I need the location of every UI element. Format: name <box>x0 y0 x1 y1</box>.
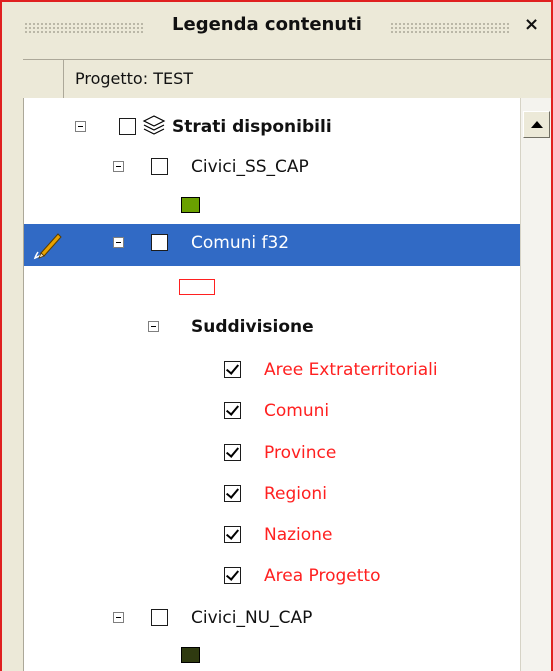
checkbox-subitem[interactable] <box>224 444 241 461</box>
tree-row-layer2-symbol <box>24 268 520 308</box>
tree-row-subitem[interactable]: Regioni <box>24 475 520 515</box>
tree-row-layer1-symbol <box>24 186 520 226</box>
legend-panel: Legenda contenuti × Progetto: TEST Strat… <box>0 0 553 671</box>
titlebar-grip-left <box>24 22 144 34</box>
layer2-swatch <box>179 279 215 295</box>
expander-icon[interactable] <box>113 612 124 623</box>
layer2-label: Comuni f32 <box>191 233 290 253</box>
tree-row-layer3-symbol <box>24 636 520 671</box>
tree-root-label: Strati disponibili <box>172 117 332 137</box>
subitem-label: Comuni <box>264 401 330 421</box>
expander-icon[interactable] <box>113 161 124 172</box>
subitem-label: Province <box>264 443 337 463</box>
layer1-label: Civici_SS_CAP <box>191 157 309 177</box>
project-label: Progetto: TEST <box>75 69 194 88</box>
group-label: Suddivisione <box>191 317 314 337</box>
tree-row-layer2-selected[interactable]: Comuni f32 <box>24 224 520 266</box>
checkbox-root[interactable] <box>119 118 136 135</box>
tree-row-root[interactable]: Strati disponibili <box>24 108 520 148</box>
tree-row-group[interactable]: Suddivisione <box>24 308 520 348</box>
project-bar-lead <box>23 60 64 98</box>
checkbox-layer3[interactable] <box>151 609 168 626</box>
expander-icon[interactable] <box>148 321 159 332</box>
pencil-icon <box>33 233 62 260</box>
checkbox-subitem[interactable] <box>224 526 241 543</box>
layer3-label: Civici_NU_CAP <box>191 608 313 628</box>
subitem-label: Regioni <box>264 484 327 504</box>
layer3-swatch <box>181 647 200 663</box>
panel-titlebar[interactable]: Legenda contenuti × <box>2 2 551 52</box>
tree-row-subitem[interactable]: Aree Extraterritoriali <box>24 351 520 391</box>
subitem-label: Aree Extraterritoriali <box>264 360 438 380</box>
legend-tree: Strati disponibili Civici_SS_CAP Comuni … <box>23 98 520 671</box>
checkbox-layer1[interactable] <box>151 158 168 175</box>
checkbox-subitem[interactable] <box>224 361 241 378</box>
checkbox-subitem[interactable] <box>224 485 241 502</box>
tree-row-subitem[interactable]: Province <box>24 434 520 474</box>
tree-row-subitem[interactable]: Area Progetto <box>24 557 520 597</box>
checkbox-subitem[interactable] <box>224 567 241 584</box>
expander-icon[interactable] <box>113 237 124 248</box>
tree-row-layer1[interactable]: Civici_SS_CAP <box>24 148 520 188</box>
layers-icon <box>142 115 166 135</box>
vertical-scrollbar[interactable] <box>520 98 551 671</box>
checkbox-subitem[interactable] <box>224 402 241 419</box>
layer1-swatch <box>181 197 200 213</box>
subitem-label: Nazione <box>264 525 333 545</box>
panel-title: Legenda contenuti <box>152 14 382 35</box>
subitem-label: Area Progetto <box>264 566 381 586</box>
tree-row-layer3[interactable]: Civici_NU_CAP <box>24 599 520 639</box>
close-icon[interactable]: × <box>524 14 539 35</box>
tree-row-subitem[interactable]: Comuni <box>24 392 520 432</box>
expander-icon[interactable] <box>75 121 86 132</box>
titlebar-grip-right <box>390 22 510 34</box>
tree-row-subitem[interactable]: Nazione <box>24 516 520 556</box>
project-bar: Progetto: TEST <box>23 59 551 99</box>
scroll-up-icon[interactable] <box>523 111 550 138</box>
checkbox-layer2[interactable] <box>151 234 168 251</box>
